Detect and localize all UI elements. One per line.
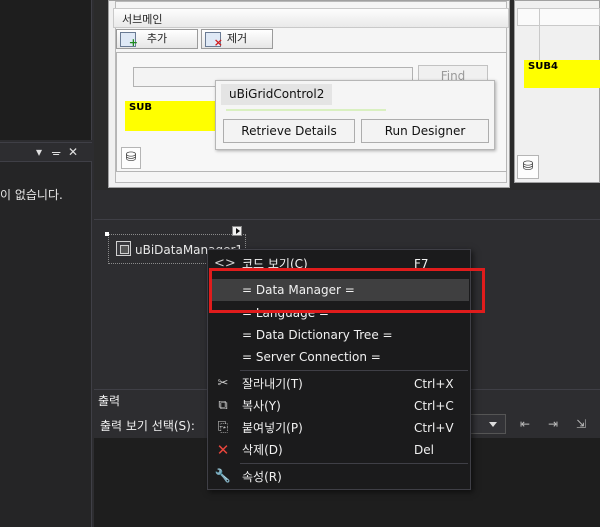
left-panel-body xyxy=(0,162,92,527)
pin-icon[interactable]: ᚚ xyxy=(52,145,60,159)
sub-main-header: 서브메인 xyxy=(113,8,509,28)
cut-icon: ✂ xyxy=(217,376,229,391)
sub-panel[interactable]: SUB xyxy=(125,101,220,131)
add-button[interactable]: 추가 xyxy=(116,29,198,52)
go-to-next-icon[interactable]: ⇥ xyxy=(544,416,562,432)
add-button-label: 추가 xyxy=(146,32,168,45)
menu-item-server-connection[interactable]: = Server Connection = xyxy=(208,346,470,368)
component-icon xyxy=(116,241,131,256)
close-icon[interactable]: ✕ xyxy=(68,145,78,159)
selection-handle[interactable] xyxy=(105,232,109,236)
run-designer-button[interactable]: Run Designer xyxy=(361,119,489,143)
right-grid-divider xyxy=(539,8,540,60)
smart-tag-arrow-icon[interactable] xyxy=(232,226,242,236)
smart-tag-title: uBiGridControl2 xyxy=(221,84,333,105)
retrieve-details-button[interactable]: Retrieve Details xyxy=(223,119,355,143)
menu-separator xyxy=(240,463,468,464)
left-panel-message: 이 없습니다. xyxy=(0,188,63,202)
right-grid-header xyxy=(517,8,600,26)
remove-icon xyxy=(205,32,223,52)
menu-item-delete[interactable]: ✕ 삭제(D) Del xyxy=(208,439,470,461)
remove-button[interactable]: 제거 xyxy=(201,29,273,52)
add-icon xyxy=(120,32,138,52)
menu-item-properties[interactable]: 🔧 속성(R) xyxy=(208,466,470,488)
output-title: 출력 xyxy=(98,394,121,408)
database-icon[interactable]: ⛁ xyxy=(121,147,141,169)
go-to-previous-icon[interactable]: ⇤ xyxy=(516,416,534,432)
left-panel-top xyxy=(0,0,92,140)
highlight-box xyxy=(209,268,485,313)
smart-tag-underline xyxy=(226,109,386,111)
output-source-select[interactable] xyxy=(466,414,506,434)
copy-icon: ⧉ xyxy=(218,398,228,413)
menu-separator xyxy=(240,370,468,371)
menu-item-cut[interactable]: ✂ 잘라내기(T) Ctrl+X xyxy=(208,373,470,395)
database-icon[interactable]: ⛁ xyxy=(517,155,539,179)
menu-item-paste[interactable]: ⎘ 붙여넣기(P) Ctrl+V xyxy=(208,417,470,439)
paste-icon: ⎘ xyxy=(217,420,229,435)
delete-icon: ✕ xyxy=(216,441,230,459)
left-panel-toolbar: ▾ ᚚ ✕ xyxy=(0,142,92,162)
remove-button-label: 제거 xyxy=(226,32,248,45)
menu-item-data-dictionary-tree[interactable]: = Data Dictionary Tree = xyxy=(208,324,470,346)
output-source-label: 출력 보기 선택(S): xyxy=(100,419,195,433)
properties-icon: 🔧 xyxy=(214,469,232,484)
menu-item-copy[interactable]: ⧉ 복사(Y) Ctrl+C xyxy=(208,395,470,417)
chevron-down-icon[interactable]: ▾ xyxy=(36,145,42,159)
sub4-panel[interactable]: SUB4 xyxy=(524,60,600,88)
clear-all-icon[interactable]: ⇲ xyxy=(572,416,590,432)
